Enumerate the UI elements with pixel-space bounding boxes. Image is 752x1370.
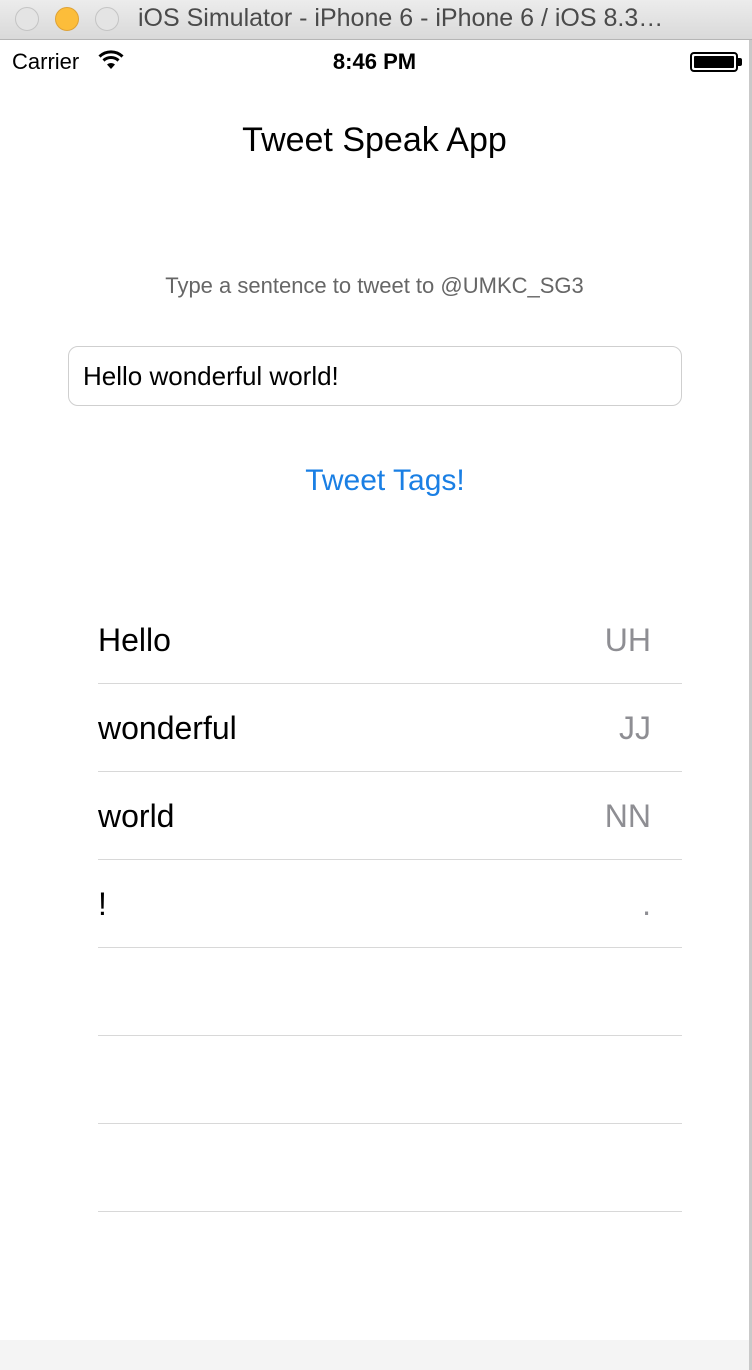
- tag-pos: UH: [604, 622, 651, 658]
- battery-tip: [738, 58, 742, 66]
- table-row[interactable]: Hello UH: [98, 596, 682, 684]
- tweet-tags-button[interactable]: Tweet Tags!: [0, 464, 752, 498]
- tag-pos: JJ: [619, 710, 651, 746]
- minimize-window-button[interactable]: [55, 7, 79, 31]
- tag-word: world: [98, 798, 175, 834]
- zoom-window-button[interactable]: [95, 7, 119, 31]
- table-row[interactable]: [98, 1036, 682, 1124]
- tag-word: wonderful: [98, 710, 237, 746]
- tag-pos: .: [642, 886, 651, 922]
- table-row[interactable]: wonderful JJ: [98, 684, 682, 772]
- table-row[interactable]: !.: [98, 860, 682, 948]
- screen-bottom-edge: [0, 1340, 749, 1370]
- tag-table[interactable]: Hello UH wonderful JJ world NN!.: [98, 596, 682, 1212]
- sentence-input[interactable]: [68, 346, 682, 406]
- window-title-bar: iOS Simulator - iPhone 6 - iPhone 6 / iO…: [0, 0, 752, 40]
- tag-word: Hello: [98, 622, 171, 658]
- window-title: iOS Simulator - iPhone 6 - iPhone 6 / iO…: [138, 4, 664, 32]
- prompt-label: Type a sentence to tweet to @UMKC_SG3: [165, 273, 584, 298]
- status-time: 8:46 PM: [332, 49, 417, 74]
- app-title: Tweet Speak App: [242, 121, 507, 159]
- status-bar: Carrier 8:46 PM: [0, 40, 749, 82]
- tag-pos: NN: [604, 798, 651, 834]
- battery-level: [694, 56, 734, 68]
- table-row[interactable]: [98, 1124, 682, 1212]
- battery-icon: [690, 52, 738, 72]
- table-row[interactable]: [98, 948, 682, 1036]
- close-window-button[interactable]: [15, 7, 39, 31]
- table-row[interactable]: world NN: [98, 772, 682, 860]
- tag-word: !: [98, 886, 107, 922]
